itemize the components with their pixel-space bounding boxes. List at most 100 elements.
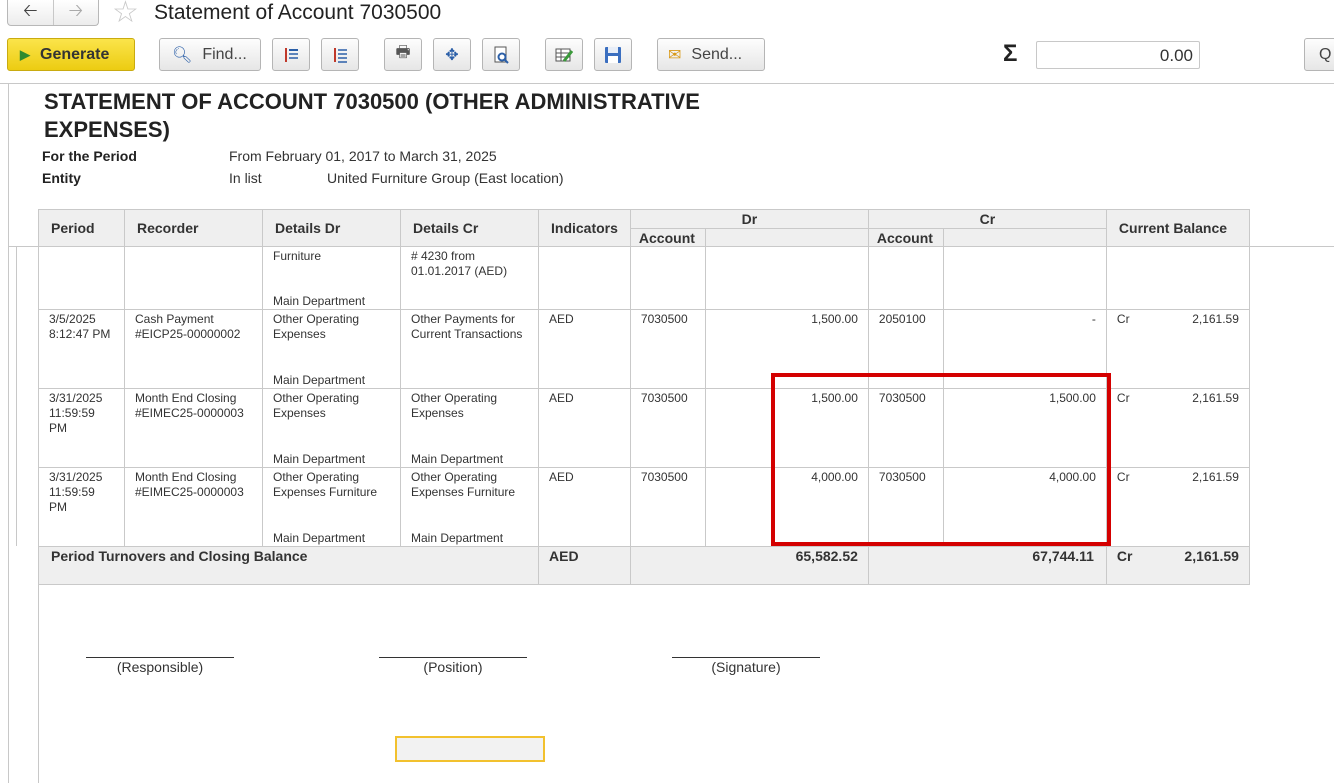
table-row[interactable]: Furniture Main Department # 4230 from 01… xyxy=(38,246,1250,310)
period-value: From February 01, 2017 to March 31, 2025 xyxy=(229,148,497,164)
spreadsheet-document[interactable]: STATEMENT OF ACCOUNT 7030500 (OTHER ADMI… xyxy=(0,83,1334,783)
responsible-line xyxy=(86,657,234,658)
cell-period: 3/31/2025 11:59:59 PM xyxy=(38,388,125,468)
entity-filter: In list xyxy=(229,170,262,186)
col-dr-account: Account xyxy=(629,228,706,247)
cell-cr-amount xyxy=(942,246,1107,310)
preview-button[interactable] xyxy=(482,38,520,71)
position-label: (Position) xyxy=(423,659,483,675)
find-button[interactable]: 🔍︎ Find... xyxy=(159,38,261,71)
totals-dr: 65,582.52 xyxy=(629,546,869,585)
cell-indicator xyxy=(538,246,631,310)
entity-label: Entity xyxy=(42,170,81,186)
more-label: Q xyxy=(1319,45,1332,63)
cell-dr-account: 7030500 xyxy=(629,467,706,547)
sum-icon: Σ xyxy=(1003,40,1018,67)
sum-field[interactable]: 0.00 xyxy=(1036,41,1200,69)
col-details-cr: Details Cr xyxy=(400,209,539,247)
details-dr-text: Other Operating Expenses xyxy=(273,312,360,341)
col-recorder: Recorder xyxy=(124,209,263,247)
edit-spreadsheet-button[interactable] xyxy=(545,38,583,71)
send-label: Send... xyxy=(691,45,743,63)
grid-border-inner xyxy=(38,584,39,783)
balance-type: Cr xyxy=(1116,470,1130,484)
favorite-star-icon[interactable]: ☆ xyxy=(112,0,139,28)
balance-value: 2,161.59 xyxy=(1192,391,1239,405)
cell-details-dr: Other Operating Expenses Main Department xyxy=(262,388,401,468)
totals-indicator: AED xyxy=(538,546,631,585)
save-button[interactable] xyxy=(594,38,632,71)
col-dr-amount xyxy=(704,228,869,247)
cell-indicator: AED xyxy=(538,388,631,468)
forward-arrow-icon[interactable]: 🡢 xyxy=(52,0,99,25)
back-arrow-icon[interactable]: 🡠 xyxy=(8,0,53,25)
expand-groups-icon xyxy=(285,47,298,62)
table-header-row: Period Recorder Details Dr Details Cr In… xyxy=(38,209,1250,247)
col-indicators: Indicators xyxy=(538,209,631,247)
window-title: Statement of Account 7030500 xyxy=(154,1,442,24)
cell-details-cr: Other Operating Expenses Furniture Main … xyxy=(400,467,539,547)
cell-details-dr: Other Operating Expenses Main Department xyxy=(262,309,401,389)
cell-dr-amount xyxy=(704,246,869,310)
details-cr-text: # 4230 from 01.01.2017 (AED) xyxy=(411,249,508,278)
cell-recorder: Month End Closing #EIMEC25-0000003 xyxy=(124,388,263,468)
send-button[interactable]: ✉ Send... xyxy=(657,38,765,71)
totals-cr: 67,744.11 xyxy=(867,546,1107,585)
cell-indicator: AED xyxy=(538,309,631,389)
expand-groups-button[interactable] xyxy=(272,38,310,71)
search-icon: 🔍︎ xyxy=(172,46,193,64)
balance-value: 2,161.59 xyxy=(1192,470,1239,484)
balance-type: Cr xyxy=(1116,312,1130,326)
cell-dr-account xyxy=(629,246,706,310)
details-dr-dept: Main Department xyxy=(273,373,366,387)
selected-cell[interactable] xyxy=(395,736,545,762)
report-title: STATEMENT OF ACCOUNT 7030500 (OTHER ADMI… xyxy=(44,89,700,142)
find-label: Find... xyxy=(202,45,247,63)
responsible-label: (Responsible) xyxy=(116,659,204,675)
col-cr: Cr xyxy=(867,209,1107,229)
floppy-disk-icon xyxy=(605,46,621,63)
col-cr-account: Account xyxy=(867,228,944,247)
details-cr-text: Other Payments for Current Transactions xyxy=(411,312,523,341)
details-cr-text: Other Operating Expenses Furniture xyxy=(411,470,516,499)
cell-details-cr: Other Payments for Current Transactions xyxy=(400,309,539,389)
cell-balance: Cr 2,161.59 xyxy=(1105,388,1250,468)
collapse-groups-button[interactable] xyxy=(321,38,359,71)
col-cr-amount xyxy=(942,228,1107,247)
cell-period: 3/31/2025 11:59:59 PM xyxy=(38,467,125,547)
cell-balance: Cr 2,161.59 xyxy=(1105,467,1250,547)
entity-value: United Furniture Group (East location) xyxy=(327,170,564,186)
cell-recorder: Cash Payment #EICP25-00000002 xyxy=(124,309,263,389)
col-details-dr: Details Dr xyxy=(262,209,401,247)
grid-border-left xyxy=(8,84,9,783)
col-period: Period xyxy=(38,209,125,247)
cell-details-dr: Other Operating Expenses Furniture Main … xyxy=(262,467,401,547)
move-arrows-icon: ✥ xyxy=(445,46,459,64)
signature-label: (Signature) xyxy=(711,659,781,675)
totals-balance-type: Cr xyxy=(1116,548,1133,564)
cell-dr-account: 7030500 xyxy=(629,388,706,468)
cell-period xyxy=(38,246,125,310)
period-label: For the Period xyxy=(42,148,137,164)
more-button[interactable]: Q xyxy=(1304,38,1334,71)
totals-row[interactable]: Period Turnovers and Closing Balance AED… xyxy=(38,546,1250,585)
navigation-buttons: 🡠 🡢 xyxy=(7,0,99,26)
cell-indicator: AED xyxy=(538,467,631,547)
highlight-annotation-box xyxy=(771,373,1111,546)
details-dr-dept: Main Department xyxy=(273,294,366,308)
generate-button[interactable]: ▶ Generate xyxy=(7,38,135,71)
balance-type: Cr xyxy=(1116,391,1130,405)
move-button[interactable]: ✥ xyxy=(433,38,471,71)
details-dr-text: Furniture xyxy=(273,249,322,263)
totals-balance-value: 2,161.59 xyxy=(1184,548,1239,564)
cell-details-cr: Other Operating Expenses Main Department xyxy=(400,388,539,468)
balance-value: 2,161.59 xyxy=(1192,312,1239,326)
group-marker-line xyxy=(16,246,17,546)
envelope-icon: ✉ xyxy=(668,46,682,64)
print-button[interactable]: 🖶︎ xyxy=(384,38,422,71)
col-current-balance: Current Balance xyxy=(1105,209,1250,247)
details-cr-text: Other Operating Expenses xyxy=(411,391,498,420)
details-cr-dept: Main Department xyxy=(411,452,504,466)
details-dr-dept: Main Department xyxy=(273,452,366,466)
signature-line xyxy=(672,657,820,658)
